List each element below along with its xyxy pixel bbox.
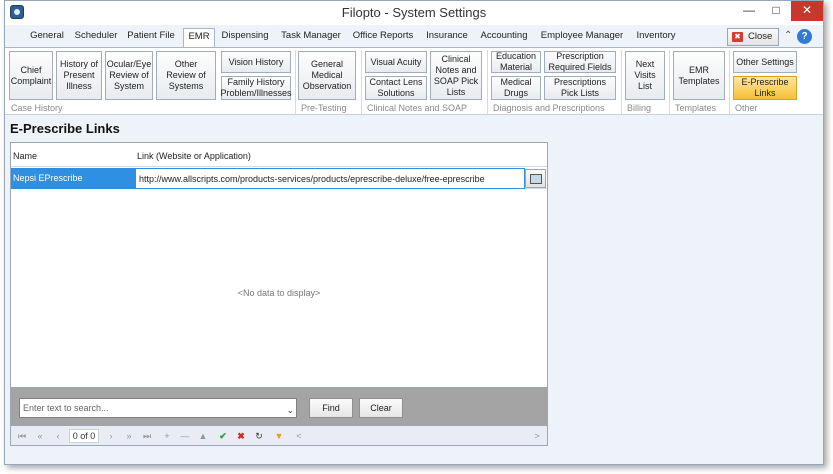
ribbon-separator [361,50,362,114]
tab-accounting[interactable]: Accounting [477,30,531,46]
group-label-templates: Templates [675,103,717,113]
other-review-systems-button[interactable]: Other Review of Systems [156,51,216,100]
next-page-icon[interactable]: » [121,429,137,443]
save-check-icon[interactable]: ✔ [215,429,231,443]
family-history-button[interactable]: Family History Problem/Illnesses [221,76,292,100]
search-panel: Enter text to search... ⌄ Find Clear [10,388,548,426]
column-header-name[interactable]: Name [13,151,37,161]
collapse-ribbon-icon[interactable]: ⌃ [784,30,792,41]
previous-record-icon[interactable]: ‹ [50,429,66,443]
chief-complaint-button[interactable]: Chief Complaint [9,51,53,100]
scroll-left-icon[interactable]: < [291,429,307,443]
filter-icon[interactable]: ▼ [271,429,287,443]
pager-text: 0 of 0 [69,429,99,443]
group-label-other: Other [735,103,758,113]
table-row[interactable]: Nepsi EPrescribe http://www.allscripts.c… [11,168,547,189]
column-header-link[interactable]: Link (Website or Application) [137,151,251,161]
emr-ribbon: Chief Complaint History of Present Illne… [5,47,823,115]
record-navigator: ⏮ « ‹ 0 of 0 › » ⏭ + — ▲ ✔ ✖ ↻ ▼ < > [10,426,548,446]
tab-inventory[interactable]: Inventory [631,30,681,46]
links-grid: Name Link (Website or Application) Nepsi… [10,142,548,388]
scroll-right-icon[interactable]: > [529,429,545,443]
browse-link-button[interactable] [525,169,546,188]
next-visits-list-button[interactable]: Next Visits List [625,51,665,100]
find-button[interactable]: Find [309,398,353,418]
row-link-cell[interactable]: http://www.allscripts.com/products-servi… [135,168,525,189]
ocular-review-button[interactable]: Ocular/Eye Review of System [105,51,153,100]
row-name-cell[interactable]: Nepsi EPrescribe [11,168,135,189]
tab-general[interactable]: General [27,30,67,46]
clinical-notes-pick-lists-button[interactable]: Clinical Notes and SOAP Pick Lists [430,51,482,100]
next-record-icon[interactable]: › [103,429,119,443]
refresh-icon[interactable]: ↻ [251,429,267,443]
other-settings-button[interactable]: Other Settings [733,51,797,73]
no-data-text: <No data to display> [237,288,321,298]
vision-history-button[interactable]: Vision History [221,51,291,73]
visual-acuity-button[interactable]: Visual Acuity [365,51,427,73]
general-medical-observation-button[interactable]: General Medical Observation [298,51,356,100]
e-prescribe-links-button[interactable]: E-Prescribe Links [733,76,797,100]
tab-dispensing[interactable]: Dispensing [219,30,271,46]
last-record-icon[interactable]: ⏭ [139,429,155,443]
page-title: E-Prescribe Links [10,121,120,136]
close-button-label: Close [748,31,773,42]
clear-button[interactable]: Clear [359,398,403,418]
previous-page-icon[interactable]: « [32,429,48,443]
medical-drugs-button[interactable]: Medical Drugs [491,76,541,100]
tab-scheduler[interactable]: Scheduler [73,30,119,46]
close-icon: ✖ [732,32,743,42]
group-label-pre-testing: Pre-Testing [301,103,347,113]
prescription-required-fields-button[interactable]: Prescription Required Fields [544,51,616,73]
cancel-x-icon[interactable]: ✖ [233,429,249,443]
history-present-illness-button[interactable]: History of Present Illness [56,51,102,100]
window-title: Filopto - System Settings [341,5,487,20]
first-record-icon[interactable]: ⏮ [14,429,30,443]
group-label-case-history: Case History [11,103,63,113]
ribbon-separator [729,50,730,114]
tab-office-reports[interactable]: Office Reports [351,30,415,46]
ribbon-separator [295,50,296,114]
group-label-clinical-notes: Clinical Notes and SOAP [367,103,468,113]
tab-employee-manager[interactable]: Employee Manager [540,30,624,46]
minimize-button[interactable]: — [735,1,763,21]
group-label-diagnosis: Diagnosis and Prescriptions [493,103,605,113]
tab-insurance[interactable]: Insurance [423,30,471,46]
group-label-billing: Billing [627,103,652,113]
tab-emr[interactable]: EMR [183,28,215,47]
module-tabs: General Scheduler Patient File EMR Dispe… [5,27,823,47]
window-close-button[interactable]: ✕ [791,1,823,21]
ribbon-separator [487,50,488,114]
education-material-button[interactable]: Education Material [491,51,541,73]
ribbon-separator [621,50,622,114]
prescriptions-pick-lists-button[interactable]: Prescriptions Pick Lists [544,76,616,100]
close-button[interactable]: ✖ Close [727,28,779,46]
tab-patient-file[interactable]: Patient File [125,30,177,46]
maximize-button[interactable]: □ [762,1,790,21]
search-input[interactable]: Enter text to search... ⌄ [19,398,297,418]
contact-lens-solutions-button[interactable]: Contact Lens Solutions [365,76,427,100]
emr-templates-button[interactable]: EMR Templates [673,51,725,100]
ribbon-separator [669,50,670,114]
settings-window: Filopto - System Settings — □ ✕ General … [4,0,824,465]
search-dropdown-icon[interactable]: ⌄ [286,401,294,419]
add-record-icon[interactable]: + [159,429,175,443]
help-icon[interactable]: ? [797,29,812,44]
title-bar: Filopto - System Settings — □ ✕ [5,1,823,25]
edit-record-icon[interactable]: ▲ [195,429,211,443]
tab-task-manager[interactable]: Task Manager [279,30,343,46]
delete-record-icon[interactable]: — [177,429,193,443]
grid-header: Name Link (Website or Application) [11,143,547,167]
